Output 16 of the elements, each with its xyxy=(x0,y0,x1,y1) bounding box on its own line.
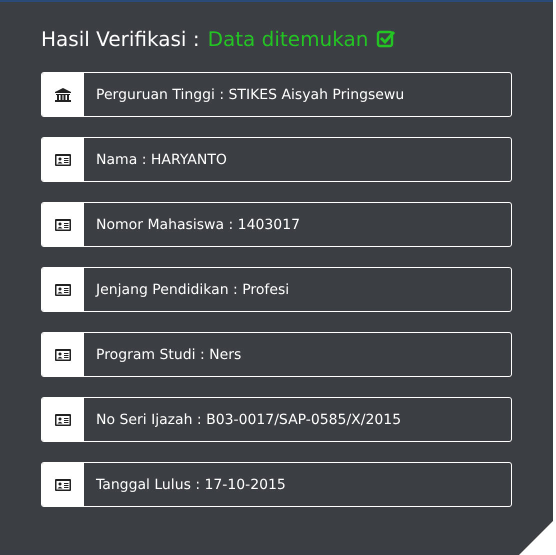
info-text: Tanggal Lulus : 17-10-2015 xyxy=(95,476,286,492)
id-card-icon xyxy=(55,478,71,490)
heading-label: Hasil Verifikasi : xyxy=(41,27,200,51)
info-text: Perguruan Tinggi : STIKES Aisyah Pringsewu xyxy=(95,86,404,102)
status-text: Data ditemukan xyxy=(208,27,368,51)
id-card-icon xyxy=(55,284,71,296)
info-text: Nama : HARYANTO xyxy=(95,152,227,168)
id-card-icon xyxy=(55,218,71,230)
info-text: Nomor Mahasiswa : 1403017 xyxy=(95,216,300,232)
info-text: Jenjang Pendidikan : Profesi xyxy=(94,282,290,298)
id-card-icon xyxy=(55,414,71,426)
bank-icon xyxy=(55,88,71,102)
id-card-icon xyxy=(55,348,71,360)
id-card-icon xyxy=(55,154,71,166)
info-text: Program Studi : Ners xyxy=(95,346,242,362)
info-text: No Seri Ijazah : B03-0017/SAP-0585/X/2015 xyxy=(95,412,402,428)
